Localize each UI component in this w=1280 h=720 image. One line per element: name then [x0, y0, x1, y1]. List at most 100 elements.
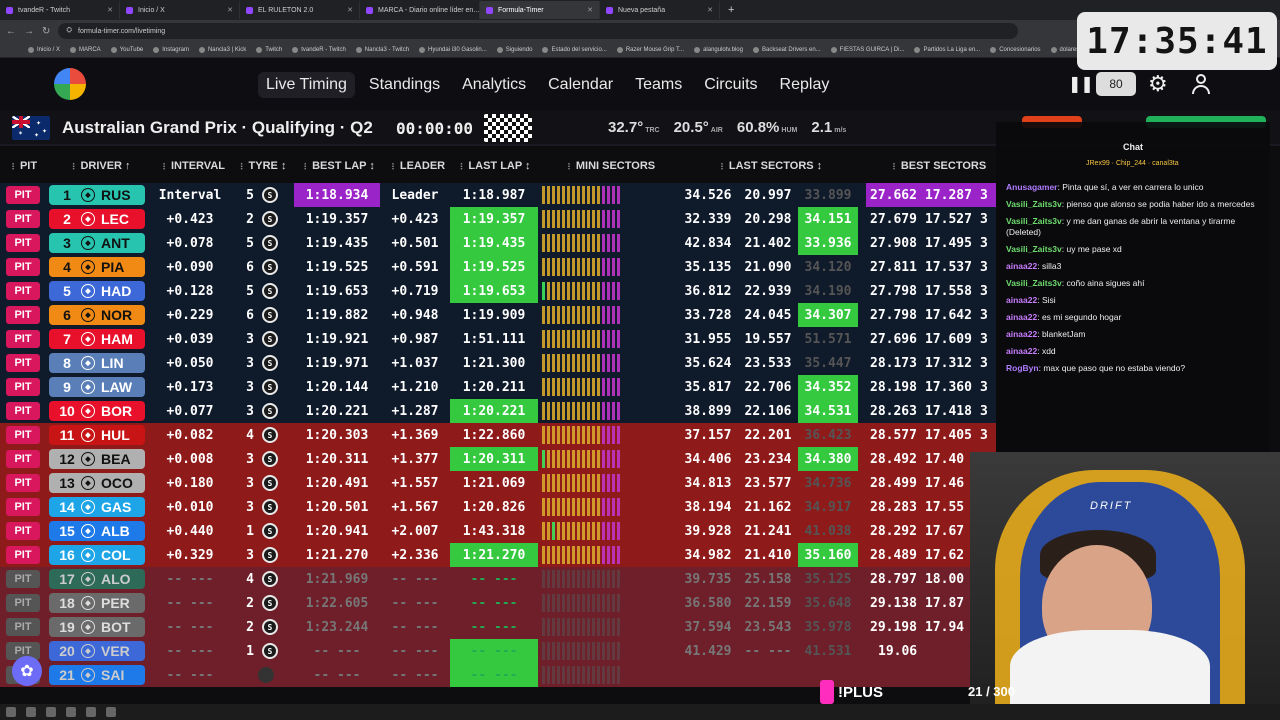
chat-username[interactable]: ainaa22 — [1006, 346, 1037, 356]
pause-icon[interactable]: ❚❚ — [1068, 74, 1094, 94]
bookmark-item[interactable]: MARCA — [70, 46, 101, 53]
chat-username[interactable]: ainaa22 — [1006, 312, 1037, 322]
driver-row[interactable]: PIT 11 ◆ HUL +0.082 4 S 1:20.303 +1.369 1:22.860 3… — [0, 423, 996, 447]
col-last-sectors[interactable]: ⋮ LAST SECTORS ↕ — [700, 160, 840, 172]
driver-row[interactable]: PIT 5 ◆ HAD +0.128 5 S 1:19.653 +0.719 1:19.653 36… — [0, 279, 996, 303]
col-last-lap[interactable]: ⋮ LAST LAP ↕ — [452, 160, 536, 172]
browser-tab[interactable]: Formula-Timer ✕ — [480, 1, 600, 19]
driver-row[interactable]: PIT 7 ◆ HAM +0.039 3 S 1:19.921 +0.987 1:51.111 31… — [0, 327, 996, 351]
bookmark-item[interactable]: Razer Mouse Grip T... — [616, 46, 684, 53]
driver-badge[interactable]: 20 ◆ VER — [49, 641, 145, 661]
bookmark-item[interactable]: Instagram — [153, 46, 189, 53]
browser-tab[interactable]: Nueva pestaña ✕ — [600, 1, 720, 19]
driver-row[interactable]: PIT 10 ◆ BOR +0.077 3 S 1:20.221 +1.287 1:20.221 3… — [0, 399, 996, 423]
driver-row[interactable]: PIT 13 ◆ OCO +0.180 3 S 1:20.491 +1.557 1:21.069 3… — [0, 471, 996, 495]
url-input[interactable]: ⛭ formula-timer.com/livetiming — [58, 23, 1019, 39]
driver-badge[interactable]: 6 ◆ NOR — [49, 305, 145, 325]
driver-row[interactable]: PIT 2 ◆ LEC +0.423 2 S 1:19.357 +0.423 1:19.357 32… — [0, 207, 996, 231]
forward-icon[interactable]: → — [24, 26, 34, 37]
col-best-sectors[interactable]: ⋮ BEST SECTORS — [880, 160, 996, 172]
formula-timer-logo[interactable] — [54, 68, 86, 100]
floating-action-icon[interactable]: ✿ — [12, 656, 42, 686]
settings-gear-icon[interactable]: ⚙ — [1148, 71, 1168, 97]
chat-username[interactable]: Vasili_Zaits3v — [1006, 244, 1062, 254]
bookmark-item[interactable]: YouTube — [110, 46, 143, 53]
driver-badge[interactable]: 9 ◆ LAW — [49, 377, 145, 397]
chat-username[interactable]: Vasili_Zaits3v — [1006, 199, 1062, 209]
driver-row[interactable]: PIT 4 ◆ PIA +0.090 6 S 1:19.525 +0.591 1:19.525 35… — [0, 255, 996, 279]
driver-row[interactable]: PIT 1 ◆ RUS Interval 5 S 1:18.934 Leader 1:18.987… — [0, 183, 996, 207]
driver-row[interactable]: PIT 19 ◆ BOT -- --- 2 S 1:23.244 -- --- -- --- 37… — [0, 615, 996, 639]
close-tab-icon[interactable]: ✕ — [227, 6, 233, 14]
bookmark-item[interactable]: tvandeR - Twitch — [292, 46, 346, 53]
browser-tab[interactable]: EL RULETON 2.0 ✕ — [240, 1, 360, 19]
col-pit[interactable]: ⋮ PIT — [6, 160, 40, 172]
steam-icon[interactable] — [86, 707, 96, 717]
driver-badge[interactable]: 21 ◆ SAI — [49, 665, 145, 685]
obs-icon[interactable] — [106, 707, 116, 717]
col-driver[interactable]: ⋮ DRIVER ↑ — [55, 160, 145, 172]
driver-row[interactable]: PIT 3 ◆ ANT +0.078 5 S 1:19.435 +0.501 1:19.435 42… — [0, 231, 996, 255]
driver-badge[interactable]: 15 ◆ ALB — [49, 521, 145, 541]
close-tab-icon[interactable]: ✕ — [347, 6, 353, 14]
driver-badge[interactable]: 13 ◆ OCO — [49, 473, 145, 493]
chat-username[interactable]: Vasili_Zaits3v — [1006, 216, 1062, 226]
driver-badge[interactable]: 5 ◆ HAD — [49, 281, 145, 301]
search-icon[interactable] — [26, 707, 36, 717]
driver-badge[interactable]: 17 ◆ ALO — [49, 569, 145, 589]
driver-badge[interactable]: 19 ◆ BOT — [49, 617, 145, 637]
playback-speed[interactable]: 80 — [1096, 72, 1136, 96]
driver-badge[interactable]: 8 ◆ LIN — [49, 353, 145, 373]
driver-row[interactable]: PIT 17 ◆ ALO -- --- 4 S 1:21.969 -- --- -- --- 39… — [0, 567, 996, 591]
nav-live-timing[interactable]: Live Timing — [258, 72, 355, 98]
bookmark-item[interactable]: Backseat Drivers en... — [752, 46, 821, 53]
nav-circuits[interactable]: Circuits — [696, 72, 765, 98]
nav-standings[interactable]: Standings — [361, 72, 448, 98]
close-tab-icon[interactable]: ✕ — [587, 6, 593, 14]
bookmark-item[interactable]: Inicio / X — [28, 46, 60, 53]
driver-badge[interactable]: 12 ◆ BEA — [49, 449, 145, 469]
browser-tab[interactable]: MARCA - Diario online líder en...✕ — [360, 1, 480, 19]
driver-badge[interactable]: 2 ◆ LEC — [49, 209, 145, 229]
driver-row[interactable]: PIT 20 ◆ VER -- --- 1 S -- --- -- --- -- --- 41.4… — [0, 639, 996, 663]
driver-row[interactable]: PIT 6 ◆ NOR +0.229 6 S 1:19.882 +0.948 1:19.909 33… — [0, 303, 996, 327]
bookmark-item[interactable]: FIESTAS GUIRCA | Di... — [830, 46, 904, 53]
site-info-icon[interactable]: ⛭ — [66, 27, 72, 35]
nav-calendar[interactable]: Calendar — [540, 72, 621, 98]
back-icon[interactable]: ← — [6, 26, 16, 37]
bookmark-item[interactable]: dolares — [1050, 46, 1079, 53]
close-tab-icon[interactable]: ✕ — [107, 6, 113, 14]
bookmark-item[interactable]: alangulotv.blog — [694, 46, 743, 53]
bookmark-item[interactable]: Hyundai i30 Gasolin... — [419, 46, 487, 53]
chat-username[interactable]: ainaa22 — [1006, 295, 1037, 305]
col-mini-sectors[interactable]: ⋮ MINI SECTORS — [550, 160, 670, 172]
chat-username[interactable]: ainaa22 — [1006, 329, 1037, 339]
nav-replay[interactable]: Replay — [772, 72, 838, 98]
browser-tab[interactable]: tvandeR - Twitch ✕ — [0, 1, 120, 19]
bookmark-item[interactable]: Nancla3 | Kick — [198, 46, 246, 53]
driver-row[interactable]: PIT 12 ◆ BEA +0.008 3 S 1:20.311 +1.377 1:20.311 3… — [0, 447, 996, 471]
driver-badge[interactable]: 14 ◆ GAS — [49, 497, 145, 517]
driver-badge[interactable]: 11 ◆ HUL — [49, 425, 145, 445]
driver-badge[interactable]: 18 ◆ PER — [49, 593, 145, 613]
col-leader[interactable]: ⋮ LEADER — [386, 160, 448, 172]
driver-badge[interactable]: 4 ◆ PIA — [49, 257, 145, 277]
bookmark-item[interactable]: Partidos La Liga en... — [914, 46, 980, 53]
app-icon[interactable] — [66, 707, 76, 717]
driver-row[interactable]: PIT 18 ◆ PER -- --- 2 S 1:22.605 -- --- -- --- 36… — [0, 591, 996, 615]
driver-badge[interactable]: 7 ◆ HAM — [49, 329, 145, 349]
chat-username[interactable]: Anusagamer — [1006, 182, 1058, 192]
driver-badge[interactable]: 16 ◆ COL — [49, 545, 145, 565]
driver-badge[interactable]: 10 ◆ BOR — [49, 401, 145, 421]
close-tab-icon[interactable]: ✕ — [707, 6, 713, 14]
chat-username[interactable]: Vasili_Zaits3v — [1006, 278, 1062, 288]
start-icon[interactable] — [6, 707, 16, 717]
chat-username[interactable]: ainaa22 — [1006, 261, 1037, 271]
bookmark-item[interactable]: Siguiendo — [496, 46, 532, 53]
driver-row[interactable]: PIT 8 ◆ LIN +0.050 3 S 1:19.971 +1.037 1:21.300 35… — [0, 351, 996, 375]
bookmark-item[interactable]: Twitch — [256, 46, 282, 53]
driver-badge[interactable]: 1 ◆ RUS — [49, 185, 145, 205]
col-interval[interactable]: ⋮ INTERVAL — [155, 160, 230, 172]
driver-row[interactable]: PIT 15 ◆ ALB +0.440 1 S 1:20.941 +2.007 1:43.318 3… — [0, 519, 996, 543]
user-icon[interactable] — [1192, 74, 1210, 94]
